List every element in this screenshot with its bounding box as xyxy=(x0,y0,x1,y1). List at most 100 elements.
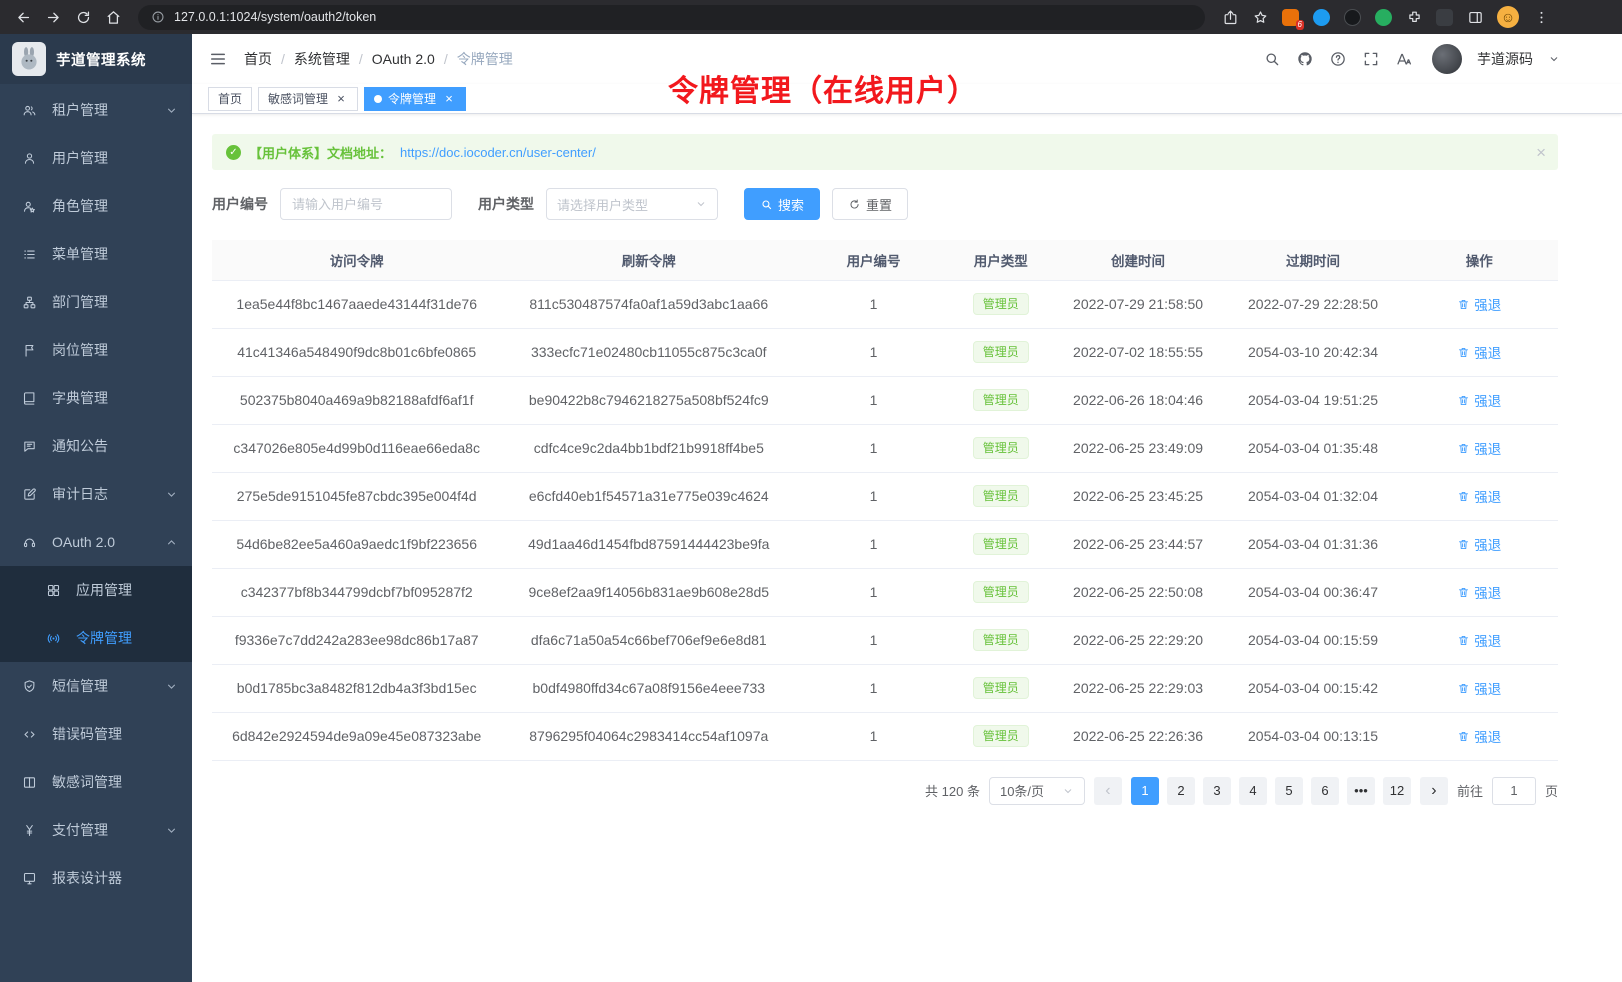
browser-profile-avatar[interactable]: ☺ xyxy=(1497,6,1519,28)
tab-close-icon[interactable]: × xyxy=(442,92,456,106)
force-logout-button[interactable]: 强退 xyxy=(1457,534,1501,554)
search-icon[interactable] xyxy=(1263,50,1281,68)
page-ellipsis[interactable]: ••• xyxy=(1347,777,1375,805)
force-logout-button[interactable]: 强退 xyxy=(1457,486,1501,506)
tab-home[interactable]: 首页 xyxy=(208,87,252,111)
table-header-row: 访问令牌刷新令牌用户编号用户类型创建时间过期时间操作 xyxy=(212,240,1558,280)
force-logout-button[interactable]: 强退 xyxy=(1457,678,1501,698)
table-row: 275e5de9151045fe87cbdc395e004f4de6cfd40e… xyxy=(212,472,1558,520)
sidebar-item-oauth2-app[interactable]: 应用管理 xyxy=(0,566,192,614)
browser-extension-icon[interactable]: 6 xyxy=(1282,9,1299,26)
oauth-icon xyxy=(22,535,37,550)
bookmark-star-icon[interactable] xyxy=(1245,2,1275,32)
page-button-5[interactable]: 5 xyxy=(1275,777,1303,805)
force-logout-button[interactable]: 强退 xyxy=(1457,582,1501,602)
force-logout-button[interactable]: 强退 xyxy=(1457,390,1501,410)
cell-access-token: 275e5de9151045fe87cbdc395e004f4d xyxy=(212,472,501,520)
tab-sensitive-word[interactable]: 敏感词管理× xyxy=(258,87,358,111)
browser-back-icon[interactable] xyxy=(8,2,38,32)
page-button-6[interactable]: 6 xyxy=(1311,777,1339,805)
active-tab-dot xyxy=(374,95,382,103)
sidebar-item-report-designer[interactable]: 报表设计器 xyxy=(0,854,192,902)
sidebar-item-dept[interactable]: 部门管理 xyxy=(0,278,192,326)
sidebar-item-oauth2-token[interactable]: 令牌管理 xyxy=(0,614,192,662)
force-logout-button[interactable]: 强退 xyxy=(1457,438,1501,458)
reset-button[interactable]: 重置 xyxy=(832,188,908,220)
github-icon[interactable] xyxy=(1296,50,1314,68)
prev-page-button[interactable]: ‹ xyxy=(1094,777,1122,805)
user-icon xyxy=(22,151,37,166)
sidebar-toggle-icon[interactable] xyxy=(208,49,228,69)
cell-user-id: 1 xyxy=(796,520,951,568)
address-bar[interactable]: 127.0.0.1:1024/system/oauth2/token xyxy=(138,5,1205,30)
site-info-icon[interactable] xyxy=(151,10,165,24)
browser-extension-icon[interactable] xyxy=(1313,9,1330,26)
column-header: 刷新令牌 xyxy=(501,240,796,280)
next-page-button[interactable]: › xyxy=(1420,777,1448,805)
page-button-4[interactable]: 4 xyxy=(1239,777,1267,805)
success-check-icon: ✓ xyxy=(226,145,241,160)
username[interactable]: 芋道源码 xyxy=(1477,49,1533,69)
sidebar-item-audit-log[interactable]: 审计日志 xyxy=(0,470,192,518)
font-size-icon[interactable] xyxy=(1395,50,1413,68)
delete-icon xyxy=(1457,490,1470,503)
page-button-12[interactable]: 12 xyxy=(1383,777,1411,805)
app-logo[interactable]: 芋道管理系统 xyxy=(0,34,192,84)
side-panel-icon[interactable] xyxy=(1460,2,1490,32)
cell-refresh-token: b0df4980ffd34c67a08f9156e4eee733 xyxy=(501,664,796,712)
search-button[interactable]: 搜索 xyxy=(744,188,820,220)
browser-forward-icon[interactable] xyxy=(38,2,68,32)
sidebar-item-post[interactable]: 岗位管理 xyxy=(0,326,192,374)
share-icon[interactable] xyxy=(1215,2,1245,32)
sidebar-item-oauth2[interactable]: OAuth 2.0 xyxy=(0,518,192,566)
browser-reload-icon[interactable] xyxy=(68,2,98,32)
browser-extension-icon[interactable] xyxy=(1344,9,1361,26)
user-avatar[interactable] xyxy=(1432,44,1462,74)
extension-badge: 6 xyxy=(1296,20,1304,30)
page-button-2[interactable]: 2 xyxy=(1167,777,1195,805)
page-button-1[interactable]: 1 xyxy=(1131,777,1159,805)
pagination: 共 120 条 10条/页 ‹ 123456•••12 › 前往 页 xyxy=(212,777,1558,805)
sidebar-item-error-code[interactable]: 错误码管理 xyxy=(0,710,192,758)
fullscreen-icon[interactable] xyxy=(1362,50,1380,68)
column-header: 用户类型 xyxy=(951,240,1051,280)
breadcrumb-item[interactable]: 首页 xyxy=(244,49,272,69)
force-logout-button[interactable]: 强退 xyxy=(1457,294,1501,314)
sidebar-item-tenant[interactable]: 租户管理 xyxy=(0,86,192,134)
force-logout-button[interactable]: 强退 xyxy=(1457,630,1501,650)
extensions-puzzle-icon[interactable] xyxy=(1399,2,1429,32)
cell-created-time: 2022-06-25 23:44:57 xyxy=(1051,520,1226,568)
chevron-down-icon[interactable] xyxy=(1548,53,1560,65)
browser-extension-icon[interactable] xyxy=(1436,9,1453,26)
browser-menu-icon[interactable] xyxy=(1526,2,1556,32)
tab-token[interactable]: 令牌管理× xyxy=(364,87,466,111)
sidebar-item-menu[interactable]: 菜单管理 xyxy=(0,230,192,278)
page-button-3[interactable]: 3 xyxy=(1203,777,1231,805)
sidebar-item-user[interactable]: 用户管理 xyxy=(0,134,192,182)
sidebar-item-notice[interactable]: 通知公告 xyxy=(0,422,192,470)
help-icon[interactable] xyxy=(1329,50,1347,68)
breadcrumb-item[interactable]: OAuth 2.0 xyxy=(372,51,435,67)
tab-close-icon[interactable]: × xyxy=(334,92,348,106)
breadcrumb-item[interactable]: 系统管理 xyxy=(294,49,350,69)
chevron-down-icon xyxy=(695,198,707,210)
delete-icon xyxy=(1457,394,1470,407)
browser-home-icon[interactable] xyxy=(98,2,128,32)
sidebar-submenu-oauth2: 应用管理令牌管理 xyxy=(0,566,192,662)
goto-page-input[interactable] xyxy=(1492,777,1536,805)
cell-user-type: 管理员 xyxy=(951,616,1051,664)
alert-link[interactable]: https://doc.iocoder.cn/user-center/ xyxy=(400,145,596,160)
sidebar-item-pay[interactable]: 支付管理 xyxy=(0,806,192,854)
alert-close-icon[interactable]: × xyxy=(1536,144,1546,161)
user-type-badge: 管理员 xyxy=(973,677,1029,699)
sidebar-item-sms[interactable]: 短信管理 xyxy=(0,662,192,710)
browser-extension-icon[interactable] xyxy=(1375,9,1392,26)
user-id-input[interactable] xyxy=(280,188,452,220)
force-logout-button[interactable]: 强退 xyxy=(1457,726,1501,746)
sidebar-item-sensitive-word[interactable]: 敏感词管理 xyxy=(0,758,192,806)
user-type-select[interactable]: 请选择用户类型 xyxy=(546,188,718,220)
force-logout-button[interactable]: 强退 xyxy=(1457,342,1501,362)
sidebar-item-role[interactable]: 角色管理 xyxy=(0,182,192,230)
sidebar-item-dict[interactable]: 字典管理 xyxy=(0,374,192,422)
page-size-select[interactable]: 10条/页 xyxy=(989,777,1085,805)
